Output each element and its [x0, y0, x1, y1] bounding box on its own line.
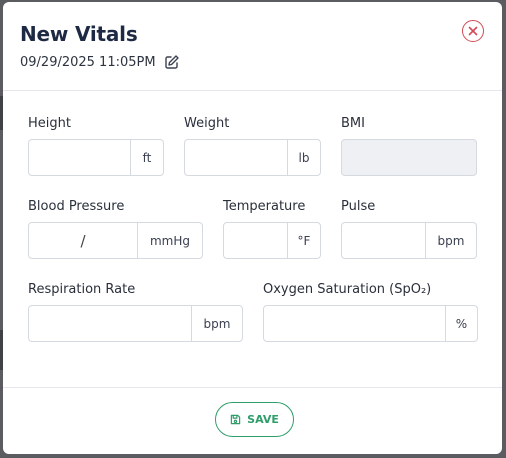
bmi-field: [341, 139, 477, 176]
height-label: Height: [28, 116, 71, 131]
new-vitals-modal: New Vitals 09/29/2025 11:05PM Height ft …: [3, 2, 502, 454]
systolic-input[interactable]: [29, 223, 79, 258]
oxygen-saturation-unit: %: [445, 306, 477, 341]
respiration-rate-field: bpm: [28, 305, 243, 342]
oxygen-saturation-label: Oxygen Saturation (SpO₂): [263, 282, 432, 297]
temperature-label: Temperature: [223, 199, 306, 214]
blood-pressure-label: Blood Pressure: [28, 199, 125, 214]
height-input[interactable]: [29, 140, 130, 175]
edit-icon[interactable]: [164, 54, 180, 70]
vitals-datetime: 09/29/2025 11:05PM: [20, 54, 180, 70]
save-label: SAVE: [247, 413, 279, 426]
save-icon: [230, 414, 241, 425]
height-field: ft: [28, 139, 164, 176]
temperature-unit: °F: [287, 223, 320, 258]
temperature-input[interactable]: [224, 223, 287, 258]
weight-input[interactable]: [185, 140, 287, 175]
oxygen-saturation-field: %: [263, 305, 478, 342]
respiration-rate-unit: bpm: [191, 306, 242, 341]
pulse-label: Pulse: [341, 199, 376, 214]
weight-field: lb: [184, 139, 321, 176]
pulse-input[interactable]: [342, 223, 425, 258]
temperature-field: °F: [223, 222, 321, 259]
respiration-rate-input[interactable]: [29, 306, 191, 341]
close-icon: [468, 26, 478, 36]
bp-separator: /: [80, 231, 86, 250]
oxygen-saturation-input[interactable]: [264, 306, 445, 341]
modal-header: New Vitals 09/29/2025 11:05PM: [3, 2, 502, 91]
pulse-field: bpm: [341, 222, 477, 259]
weight-label: Weight: [184, 116, 230, 131]
respiration-rate-label: Respiration Rate: [28, 282, 136, 297]
bmi-input: [342, 140, 476, 175]
blood-pressure-unit: mmHg: [137, 223, 202, 258]
blood-pressure-field: / mmHg: [28, 222, 203, 259]
weight-unit: lb: [287, 140, 320, 175]
bmi-label: BMI: [341, 116, 365, 131]
close-button[interactable]: [462, 20, 484, 42]
modal-title: New Vitals: [20, 22, 138, 46]
height-unit: ft: [130, 140, 163, 175]
save-button[interactable]: SAVE: [215, 402, 294, 437]
pulse-unit: bpm: [425, 223, 476, 258]
diastolic-input[interactable]: [87, 223, 137, 258]
datetime-text: 09/29/2025 11:05PM: [20, 54, 156, 70]
